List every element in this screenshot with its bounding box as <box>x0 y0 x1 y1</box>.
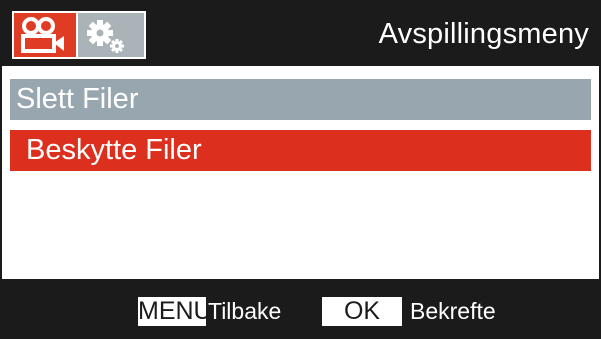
ok-key-label: Bekrefte <box>410 298 496 324</box>
menu-item-protect-files[interactable]: Beskytte Filer <box>10 130 591 171</box>
menu-item-delete-files[interactable]: Slett Filer <box>10 79 591 120</box>
video-camera-icon <box>21 17 64 53</box>
menu-key[interactable]: MENU <box>138 297 206 326</box>
tab-playback[interactable] <box>12 11 78 59</box>
menu-key-label: Tilbake <box>208 298 282 324</box>
footer-bar: MENU Tilbake OK Bekrefte <box>2 279 599 337</box>
gears-icon <box>87 20 124 53</box>
tab-settings[interactable] <box>78 11 146 59</box>
ok-key[interactable]: OK <box>322 297 402 326</box>
header-bar: Avspillingsmeny <box>2 2 599 66</box>
playback-menu-screen: Avspillingsmeny Slett Filer Beskytte Fil… <box>0 0 601 339</box>
menu-title: Avspillingsmeny <box>378 18 589 50</box>
